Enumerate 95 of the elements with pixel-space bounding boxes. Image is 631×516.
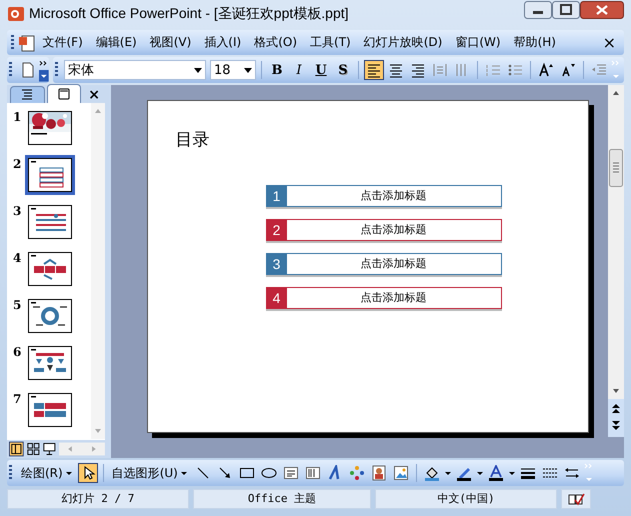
vertical-text-icon[interactable]	[304, 465, 321, 481]
slide-preview-drawing	[28, 158, 72, 192]
status-text: 幻灯片 2 / 7	[7, 489, 189, 509]
status-text: 中文(中国)	[375, 489, 557, 509]
document-icon[interactable]	[18, 34, 36, 52]
app-icon	[7, 6, 25, 22]
dropdown-arrow-icon	[180, 469, 188, 477]
slide-show-button[interactable]	[42, 441, 58, 457]
menu-item[interactable]: 视图(V)	[143, 32, 198, 53]
status-text: Office 主题	[193, 489, 371, 509]
window-title: Microsoft Office PowerPoint - [圣诞狂欢ppt模板.ppt]	[29, 5, 350, 23]
agenda-title: 点击添加标题	[360, 188, 428, 204]
slide-preview-drawing	[28, 393, 72, 427]
align-left-button[interactable]	[366, 62, 382, 78]
slide-thumbnail[interactable]	[25, 343, 75, 383]
slide-number: 6	[13, 344, 22, 359]
slide-preview-drawing	[28, 252, 72, 286]
slide-number: 7	[13, 391, 22, 406]
menu-item[interactable]: 帮助(H)	[507, 32, 562, 53]
dropdown-arrow-icon	[64, 469, 73, 477]
menu-item[interactable]: 工具(T)	[304, 32, 358, 53]
bold-button[interactable]: B	[267, 60, 287, 80]
menu-item[interactable]: 编辑(E)	[89, 32, 144, 53]
agenda-number: 3	[266, 254, 286, 274]
distribute-icon[interactable]	[432, 62, 448, 78]
align-center-button[interactable]	[388, 62, 404, 78]
close-button[interactable]: ×	[83, 87, 105, 103]
slide-number: 3	[13, 203, 22, 218]
rectangle-icon[interactable]	[238, 465, 255, 481]
slide-number: 1	[13, 109, 22, 124]
font-size-field[interactable]: 18	[210, 60, 256, 80]
slide-sorter-button[interactable]	[26, 441, 40, 457]
menu-item[interactable]: 格式(O)	[248, 32, 304, 53]
slide-preview-drawing	[28, 205, 72, 239]
line-icon[interactable]	[194, 465, 211, 481]
menu-item[interactable]: 窗口(W)	[448, 32, 508, 53]
slide-preview-drawing	[28, 299, 72, 333]
slide-thumbnail[interactable]	[25, 249, 75, 289]
outline-tab[interactable]	[10, 86, 45, 103]
font-name-field[interactable]: 宋体	[64, 60, 206, 80]
text-box-icon[interactable]	[282, 465, 299, 481]
menu-item[interactable]: 文件(F)	[36, 32, 90, 53]
shadow-button[interactable]: S	[333, 60, 353, 80]
line-color-icon[interactable]	[456, 465, 472, 481]
diagram-icon[interactable]	[348, 465, 365, 481]
slide-thumbnail[interactable]	[25, 390, 75, 430]
decrease-font-icon[interactable]	[560, 62, 576, 78]
minimize-button[interactable]	[524, 1, 552, 19]
menu-item[interactable]: 幻灯片放映(D)	[357, 32, 449, 53]
spelling-check-icon	[567, 492, 585, 506]
dropdown-arrow-icon[interactable]	[444, 469, 452, 477]
slides-icon	[56, 86, 72, 102]
slide-title: 目录	[176, 129, 210, 151]
slide-thumbnail[interactable]	[25, 296, 75, 336]
dropdown-arrow-icon[interactable]	[476, 469, 484, 477]
dropdown-arrow-icon[interactable]	[508, 469, 516, 477]
new-document-icon[interactable]	[20, 62, 36, 78]
oval-icon[interactable]	[260, 465, 277, 481]
vertical-scrollbar[interactable]	[608, 85, 624, 437]
agenda-title: 点击添加标题	[360, 290, 428, 306]
arrow-style-icon[interactable]	[564, 465, 580, 481]
image-icon[interactable]	[392, 465, 409, 481]
font-color-icon[interactable]	[488, 465, 504, 481]
slide-thumbnail[interactable]	[25, 202, 75, 242]
fill-color-icon[interactable]	[424, 465, 440, 481]
autoshapes-menu[interactable]: 自选图形(U)	[108, 462, 191, 484]
arrow-icon[interactable]	[216, 465, 233, 481]
agenda-title: 点击添加标题	[360, 222, 428, 238]
close-button[interactable]: ×	[598, 33, 620, 52]
agenda-title: 点击添加标题	[360, 256, 428, 272]
slide-number: 4	[13, 250, 22, 265]
horizontal-scrollbar-drawing[interactable]	[59, 442, 105, 456]
menu-item[interactable]: 插入(I)	[198, 32, 248, 53]
scrollbar-drawing[interactable]	[91, 103, 105, 439]
close-button[interactable]	[580, 1, 624, 19]
underline-button[interactable]: U	[311, 60, 331, 80]
draw-menu[interactable]: 绘图(R)	[18, 462, 76, 484]
slide-thumbnail[interactable]	[25, 155, 75, 195]
agenda-number: 1	[266, 186, 286, 206]
normal-view-button[interactable]	[9, 441, 24, 457]
bullets-icon[interactable]	[507, 62, 523, 78]
agenda-number: 2	[266, 220, 286, 240]
slides-tab[interactable]	[46, 84, 82, 103]
overflow-chevron[interactable]	[39, 58, 49, 82]
clip-art-icon[interactable]	[370, 465, 387, 481]
slide-thumbnail[interactable]	[25, 108, 75, 148]
align-right-button[interactable]	[410, 62, 426, 78]
slide-number: 2	[13, 156, 22, 171]
agenda-number: 4	[266, 288, 286, 308]
maximize-button[interactable]	[552, 1, 580, 19]
italic-button[interactable]: I	[289, 60, 309, 80]
slide-number: 5	[13, 297, 22, 312]
slide-preview-drawing	[28, 346, 72, 380]
title-line-drawing	[29, 132, 49, 136]
increase-font-icon[interactable]	[538, 62, 554, 78]
